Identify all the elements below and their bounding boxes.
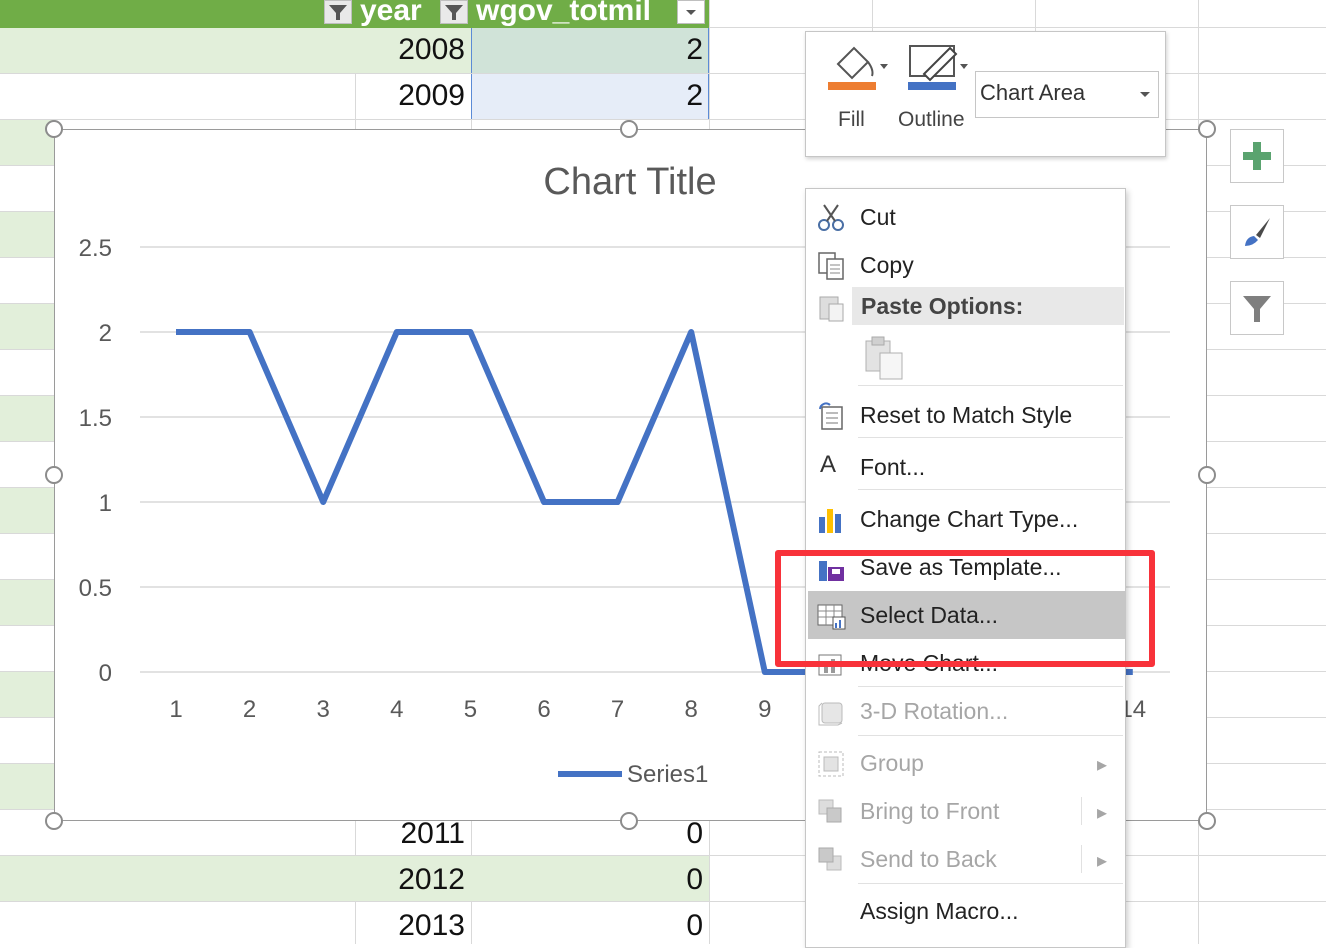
chevron-down-icon [1140,92,1150,97]
paint-bucket-icon [828,46,888,90]
copy-icon [818,252,844,280]
y-tick-label: 0.5 [79,575,112,602]
dropdown-button[interactable] [677,0,705,24]
menu-item-label: Cut [860,204,896,230]
submenu-arrow-icon: ▸ [1096,754,1107,776]
cell-year[interactable]: 2013 [355,904,471,948]
menu-item-send-to-back[interactable]: Send to Back ▸ [806,835,1125,883]
resize-handle[interactable] [620,120,638,138]
submenu-arrow-icon: ▸ [1096,850,1107,872]
menu-item-paste-options: Paste Options: [806,287,1125,327]
filter-dropdown-button[interactable] [324,0,352,24]
chart-elements-button[interactable] [1230,129,1284,183]
resize-handle[interactable] [1198,466,1216,484]
submenu-arrow-icon: ▸ [1096,802,1107,824]
chart-type-icon [819,509,841,533]
menu-item-label: Send to Back [860,846,997,872]
menu-item-label: Change Chart Type... [860,506,1079,532]
menu-item-label: 3-D Rotation... [860,698,1009,724]
paste-keep-formatting-icon [865,336,903,380]
menu-item-label: Paste Options: [861,293,1024,319]
cell-value[interactable]: 0 [471,904,709,948]
filter-dropdown-button[interactable] [440,0,468,24]
header-year[interactable]: year [360,0,422,28]
fill-color-bar [828,82,876,90]
chart-element-select-value: Chart Area [980,80,1086,105]
legend-label[interactable]: Series1 [627,761,708,788]
x-tick-label: 5 [464,696,477,723]
chart-styles-button[interactable] [1230,205,1284,259]
resize-handle[interactable] [45,120,63,138]
chevron-down-icon [686,10,696,15]
chart-title[interactable]: Chart Title [543,161,716,203]
paste-option-button[interactable] [862,335,906,383]
y-tick-label: 1 [99,490,112,517]
filter-icon [445,5,463,20]
bring-front-icon [818,799,842,823]
menu-item-label: Reset to Match Style [860,402,1073,428]
cell-value[interactable]: 0 [471,858,709,902]
highlight-annotation [775,550,1155,667]
menu-item-label: Copy [860,252,914,278]
brush-icon [1245,218,1270,246]
menu-item-assign-macro[interactable]: Assign Macro... [806,887,1125,935]
menu-item-group[interactable]: Group ▸ [806,739,1125,787]
cell-year[interactable]: 2009 [355,74,471,118]
rotation-icon [818,702,843,726]
resize-handle[interactable] [1198,120,1216,138]
y-tick-label: 2 [99,320,112,347]
send-back-icon [818,847,842,871]
menu-item-label: Font... [860,454,926,480]
filter-icon [1243,296,1271,322]
cell-year[interactable]: 2012 [355,858,471,902]
menu-item-bring-to-front[interactable]: Bring to Front ▸ [806,787,1125,835]
fill-label: Fill [838,108,865,131]
menu-item-copy[interactable]: Copy [806,241,1125,289]
filter-icon [329,5,347,20]
cell-year[interactable]: 2008 [355,28,471,72]
pen-outline-icon [908,45,968,90]
menu-item-label: Group [860,750,924,776]
fill-button[interactable] [826,42,896,102]
group-icon [818,751,844,777]
outline-label: Outline [898,108,965,131]
scissors-icon [818,204,844,231]
outline-color-bar [908,82,956,90]
y-tick-label: 0 [99,660,112,687]
menu-item-font[interactable]: A Font... [806,443,1125,491]
resize-handle[interactable] [620,812,638,830]
y-tick-label: 1.5 [79,405,112,432]
x-tick-label: 6 [537,696,550,723]
x-tick-label: 7 [611,696,624,723]
menu-item-label: Assign Macro... [860,898,1019,924]
resize-handle[interactable] [1198,812,1216,830]
menu-item-reset-style[interactable]: Reset to Match Style [806,391,1125,439]
font-icon: A [820,451,837,478]
plus-icon [1243,142,1271,170]
paste-icon [819,296,844,322]
header-value[interactable]: wgov_totmil [476,0,651,28]
y-tick-label: 2.5 [79,235,112,262]
cell-value[interactable]: 2 [471,74,709,118]
menu-item-change-chart-type[interactable]: Change Chart Type... [806,495,1125,543]
menu-item-3d-rotation[interactable]: 3-D Rotation... [806,687,1125,735]
x-tick-label: 1 [169,696,182,723]
chart-filters-button[interactable] [1230,281,1284,335]
outline-button[interactable] [906,42,976,102]
resize-handle[interactable] [45,466,63,484]
chart-element-select[interactable]: Chart Area [975,71,1159,118]
x-tick-label: 2 [243,696,256,723]
x-tick-label: 9 [758,696,771,723]
x-tick-label: 8 [685,696,698,723]
menu-item-label: Bring to Front [860,798,1000,824]
x-tick-label: 4 [390,696,403,723]
resize-handle[interactable] [45,812,63,830]
cell-value[interactable]: 2 [471,28,709,72]
menu-item-cut[interactable]: Cut [806,193,1125,241]
reset-style-icon [819,402,843,430]
x-tick-label: 3 [317,696,330,723]
mini-toolbar: Fill Outline Chart Area [805,31,1166,157]
